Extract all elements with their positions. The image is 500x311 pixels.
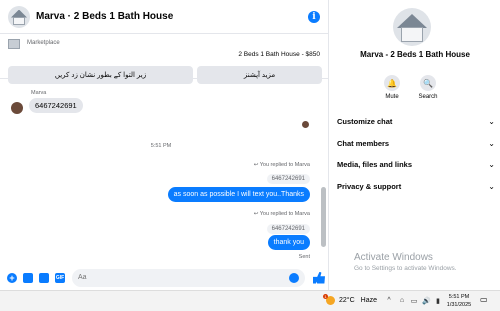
section-chat-members[interactable]: Chat members ⌄ bbox=[337, 136, 495, 150]
activation-watermark-title: Activate Windows bbox=[354, 252, 433, 263]
message-timestamp: 5:51 PM bbox=[150, 143, 172, 149]
outgoing-message-bubble[interactable]: as soon as possible I will text you..Tha… bbox=[167, 187, 310, 202]
delivery-status: Sent bbox=[298, 254, 310, 260]
reply-note-text: You replied to Marva bbox=[259, 211, 310, 217]
marketplace-listing-bar: Marketplace 2 Beds 1 Bath House - $850 ز… bbox=[0, 34, 328, 84]
volume-icon[interactable]: 🔊 bbox=[422, 297, 431, 305]
windows-taskbar: 1 22°C Haze ^ ⌂ ▭ 🔊 ▮ 5:51 PM 1/31/2025 … bbox=[0, 290, 500, 311]
house-walls-icon bbox=[13, 16, 25, 25]
search-label[interactable]: Search bbox=[413, 94, 443, 100]
weather-badge: 1 bbox=[323, 294, 328, 299]
plus-icon[interactable]: + bbox=[7, 272, 17, 283]
house-roof-icon bbox=[397, 14, 427, 28]
conversation-title[interactable]: Marva · 2 Beds 1 Bath House bbox=[36, 11, 308, 22]
reply-note-text: You replied to Marva bbox=[259, 162, 310, 168]
message-scrollbar[interactable] bbox=[321, 87, 326, 265]
notification-icon[interactable]: ▭ bbox=[480, 295, 492, 307]
quoted-message[interactable]: 6467242691 bbox=[266, 174, 310, 184]
thumbs-up-icon[interactable] bbox=[313, 271, 325, 284]
conversation-info-pane: Marva - 2 Beds 1 Bath House 🔔 Mute 🔍 Sea… bbox=[330, 0, 500, 290]
network-icon[interactable]: ⌂ bbox=[398, 297, 406, 305]
battery-icon[interactable]: ▮ bbox=[434, 297, 442, 305]
section-privacy-support[interactable]: Privacy & support ⌄ bbox=[337, 179, 495, 193]
house-walls-icon bbox=[401, 27, 423, 42]
section-label: Chat members bbox=[337, 138, 390, 148]
gif-icon[interactable]: GIF bbox=[55, 272, 65, 283]
incoming-message-bubble[interactable]: 6467242691 bbox=[29, 98, 83, 113]
reply-note: ↩ You replied to Marva bbox=[253, 211, 310, 217]
image-icon[interactable] bbox=[23, 272, 33, 283]
chat-header: Marva · 2 Beds 1 Bath House i bbox=[0, 0, 328, 34]
clock-time: 5:51 PM bbox=[448, 294, 470, 300]
weather-widget[interactable]: 1 22°C Haze bbox=[323, 294, 377, 305]
conversation-avatar[interactable] bbox=[8, 5, 30, 28]
mute-label[interactable]: Mute bbox=[377, 94, 407, 100]
emoji-icon[interactable] bbox=[289, 272, 299, 283]
chevron-down-icon: ⌄ bbox=[488, 138, 495, 148]
section-label: Customize chat bbox=[337, 116, 393, 126]
chat-pane: Marva · 2 Beds 1 Bath House i Marketplac… bbox=[0, 0, 329, 290]
incoming-sender-name: Marva bbox=[31, 90, 47, 96]
info-icon[interactable]: i bbox=[308, 10, 320, 23]
more-options-button[interactable]: مزید آپشنز bbox=[197, 66, 322, 84]
outgoing-message-bubble[interactable]: thank you bbox=[267, 235, 310, 250]
scrollbar-thumb[interactable] bbox=[321, 187, 326, 247]
chevron-down-icon: ⌄ bbox=[488, 116, 495, 126]
weather-temp: 22°C bbox=[339, 297, 355, 304]
sticker-icon[interactable] bbox=[39, 272, 49, 283]
taskbar-clock[interactable]: 5:51 PM 1/31/2025 bbox=[444, 293, 474, 309]
message-list: Marva 6467242691 5:51 PM ↩ You replied t… bbox=[0, 87, 322, 265]
listing-thumbnail[interactable] bbox=[8, 39, 20, 49]
tray-overflow-icon[interactable]: ^ bbox=[385, 297, 393, 305]
activation-watermark-subtitle: Go to Settings to activate Windows. bbox=[354, 265, 457, 272]
message-input-wrapper bbox=[72, 268, 305, 287]
read-receipt-avatar bbox=[302, 121, 309, 128]
profile-avatar[interactable] bbox=[393, 8, 431, 46]
quoted-message[interactable]: 6467242691 bbox=[266, 224, 310, 234]
listing-title[interactable]: 2 Beds 1 Bath House - $850 bbox=[238, 51, 320, 58]
messenger-window: Marva · 2 Beds 1 Bath House i Marketplac… bbox=[0, 0, 500, 311]
message-input[interactable] bbox=[78, 274, 289, 281]
section-media-files-links[interactable]: Media, files and links ⌄ bbox=[337, 157, 495, 171]
chevron-down-icon: ⌄ bbox=[488, 181, 495, 191]
bell-icon[interactable]: 🔔 bbox=[384, 75, 400, 91]
sun-icon: 1 bbox=[323, 294, 335, 305]
marketplace-label: Marketplace bbox=[27, 40, 60, 46]
clock-date: 1/31/2025 bbox=[446, 302, 472, 308]
message-composer: + GIF bbox=[0, 265, 329, 290]
weather-desc: Haze bbox=[360, 297, 377, 304]
display-icon[interactable]: ▭ bbox=[410, 297, 418, 305]
section-label: Privacy & support bbox=[337, 181, 402, 191]
reply-note: ↩ You replied to Marva bbox=[253, 162, 310, 168]
sender-avatar[interactable] bbox=[11, 102, 23, 114]
profile-name: Marva - 2 Beds 1 Bath House bbox=[360, 50, 470, 59]
chevron-down-icon: ⌄ bbox=[488, 159, 495, 169]
section-label: Media, files and links bbox=[337, 159, 413, 169]
mark-pending-button[interactable]: زیر التوا کے بطور نشان زد کریں bbox=[8, 66, 193, 84]
section-customize-chat[interactable]: Customize chat ⌄ bbox=[337, 114, 495, 128]
search-icon[interactable]: 🔍 bbox=[420, 75, 436, 91]
